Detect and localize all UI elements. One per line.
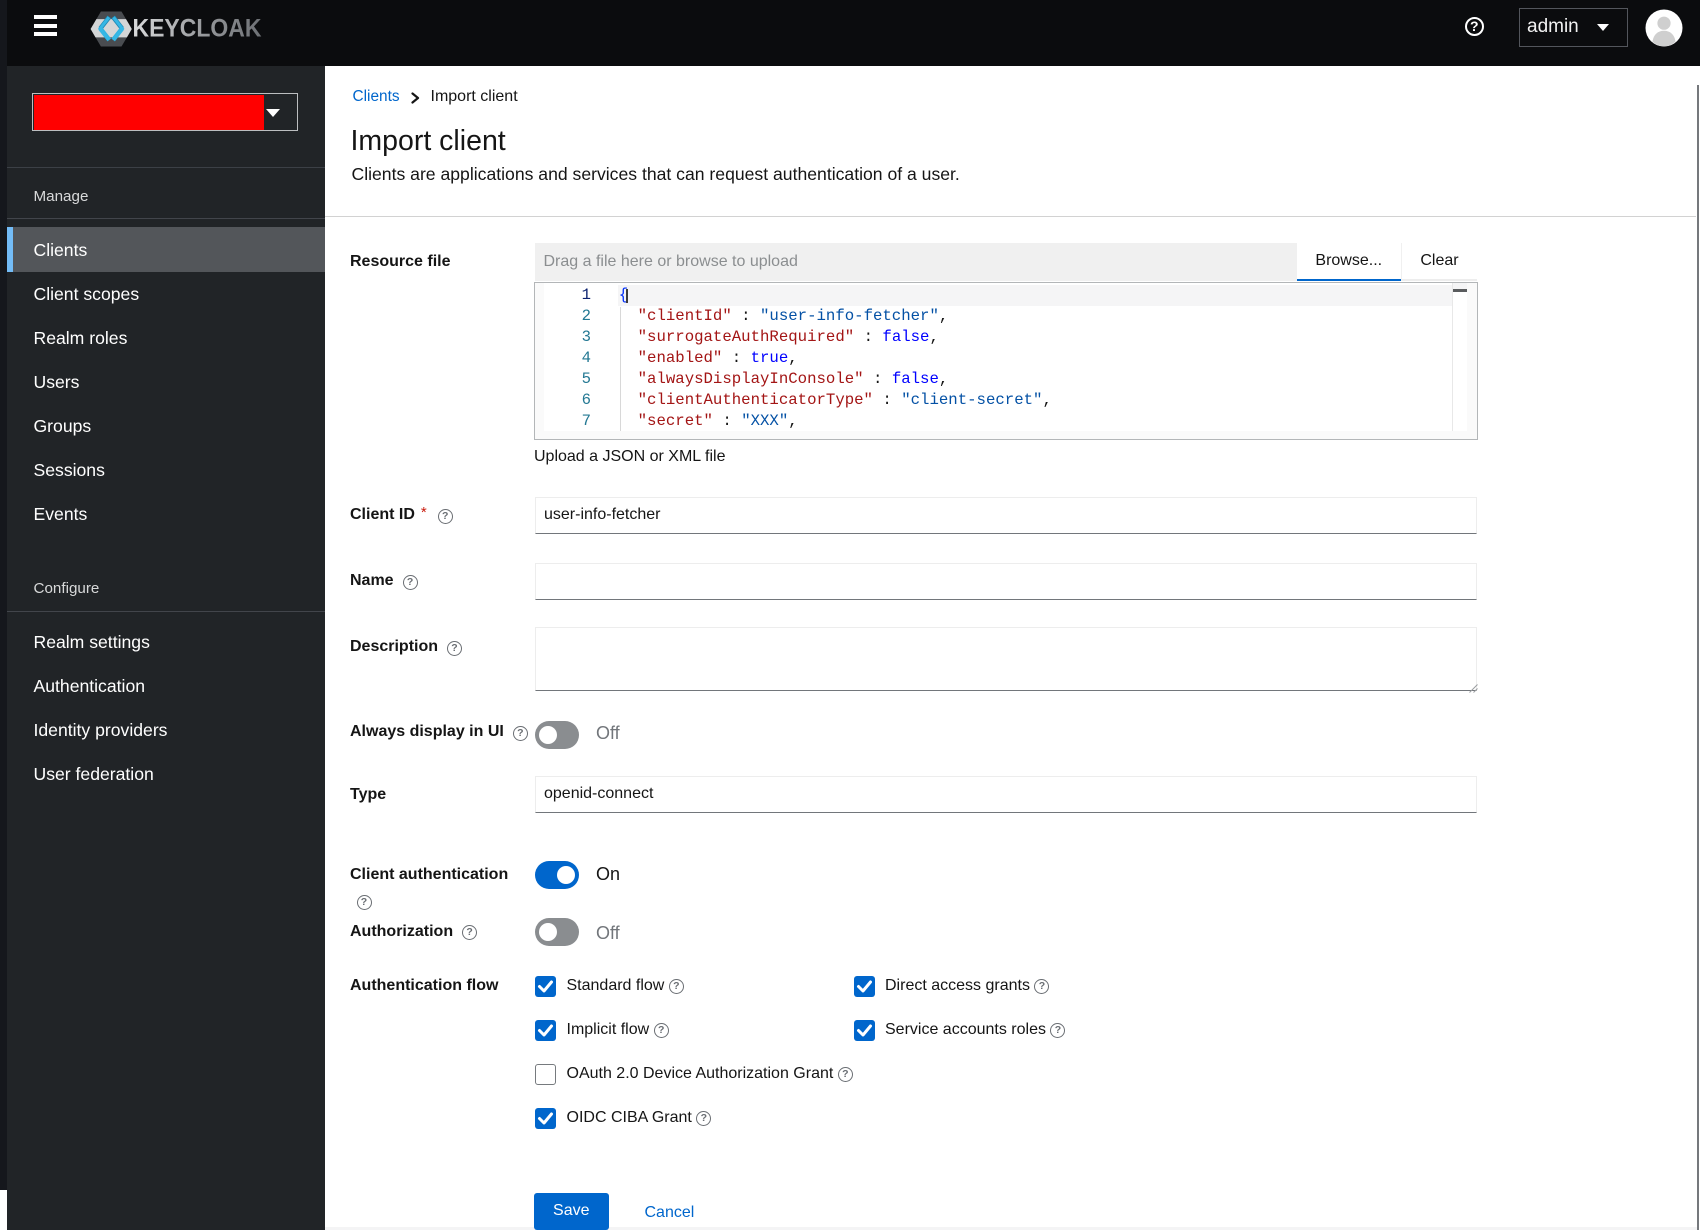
svg-text:KEYCLOAK: KEYCLOAK <box>133 15 262 43</box>
